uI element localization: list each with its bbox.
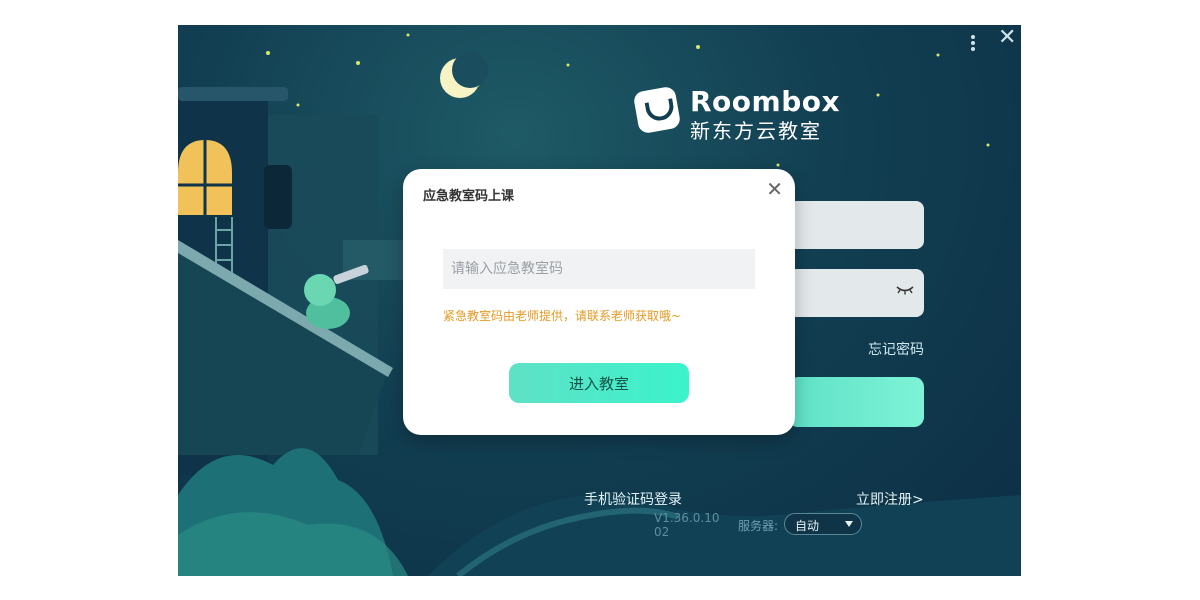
account-field[interactable] [788, 201, 924, 249]
phone-login-link[interactable]: 手机验证码登录 [584, 489, 682, 509]
emergency-code-dialog: 应急教室码上课 ✕ 紧急教室码由老师提供，请联系老师获取哦~ 进入教室 [403, 169, 795, 435]
brand-name-en: Roombox [690, 85, 841, 118]
forgot-password-link[interactable]: 忘记密码 [868, 339, 924, 359]
enter-classroom-button[interactable]: 进入教室 [509, 363, 689, 403]
emergency-code-input[interactable] [443, 249, 755, 289]
server-select[interactable]: 自动 [784, 513, 862, 535]
password-field[interactable] [788, 269, 924, 317]
code-hint: 紧急教室码由老师提供，请联系老师获取哦~ [443, 309, 682, 323]
server-label: 服务器: [738, 519, 779, 533]
eye-closed-icon[interactable] [896, 285, 914, 295]
close-window-button[interactable]: ✕ [998, 27, 1016, 49]
brand-logo: Roombox 新东方云教室 [632, 85, 856, 145]
dialog-title: 应急教室码上课 [423, 189, 515, 204]
logo-mark-icon [632, 85, 682, 135]
brand-name-cn: 新东方云教室 [690, 119, 822, 143]
lit-window [178, 140, 232, 215]
moon [440, 52, 488, 98]
caret-down-icon [845, 521, 853, 527]
login-button[interactable] [788, 377, 924, 427]
server-select-value: 自动 [795, 519, 820, 533]
close-icon[interactable]: ✕ [766, 179, 783, 199]
kebab-icon[interactable] [968, 33, 978, 53]
version-label: V1.36.0.1002 [654, 511, 720, 539]
register-link[interactable]: 立即注册> [856, 489, 924, 509]
